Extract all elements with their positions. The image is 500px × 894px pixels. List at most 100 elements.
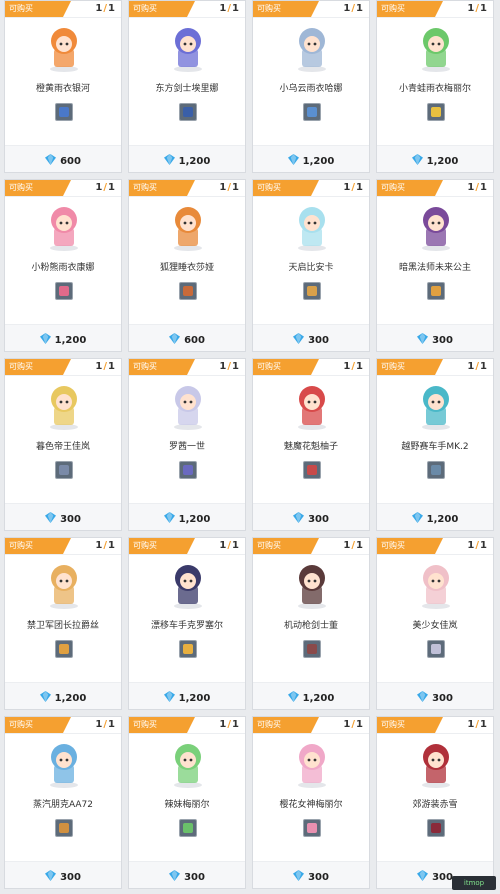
diamond-icon xyxy=(163,154,175,165)
character-name: 美少女佳岚 xyxy=(412,621,458,631)
character-name: 蒸汽朋克AA72 xyxy=(32,800,94,810)
character-avatar-icon xyxy=(422,565,450,609)
count-separator: / xyxy=(103,361,108,372)
item-card[interactable]: 可购买 1/1 天启比安卡 300 xyxy=(252,179,370,352)
card-header: 可购买 1/1 xyxy=(377,180,493,197)
owned-count: 1/1 xyxy=(467,540,487,551)
count-current: 1 xyxy=(95,361,103,372)
count-separator: / xyxy=(475,182,480,193)
character-avatar-icon xyxy=(298,744,326,788)
card-header: 可购买 1/1 xyxy=(377,359,493,376)
item-price: 1,200 xyxy=(426,156,459,167)
card-header: 可购买 1/1 xyxy=(377,538,493,555)
card-header: 可购买 1/1 xyxy=(129,359,245,376)
character-name: 橙黄雨衣银河 xyxy=(35,84,90,94)
character-name: 漂移车手克罗塞尔 xyxy=(150,621,223,631)
owned-count: 1/1 xyxy=(95,3,115,14)
price-row: 1,200 xyxy=(377,503,493,530)
character-avatar-icon xyxy=(174,207,202,251)
diamond-icon xyxy=(293,333,305,344)
card-header: 可购买 1/1 xyxy=(5,180,121,197)
character-name: 小乌云雨衣哈娜 xyxy=(279,84,343,94)
count-separator: / xyxy=(351,182,356,193)
character-name: 魅魔花魁柚子 xyxy=(283,442,338,452)
count-separator: / xyxy=(227,361,232,372)
count-current: 1 xyxy=(219,719,227,730)
character-portrait-icon xyxy=(179,461,197,479)
item-card[interactable]: 可购买 1/1 蒸汽朋克AA72 300 xyxy=(4,716,122,889)
card-header: 可购买 1/1 xyxy=(129,180,245,197)
count-current: 1 xyxy=(219,182,227,193)
card-header: 可购买 1/1 xyxy=(5,1,121,18)
diamond-icon xyxy=(169,870,181,881)
diamond-icon xyxy=(417,333,429,344)
item-card[interactable]: 可购买 1/1 禁卫军团长拉爵丝 1,200 xyxy=(4,537,122,710)
character-name: 小青蛙雨衣梅丽尔 xyxy=(398,84,471,94)
price-row: 1,200 xyxy=(377,145,493,172)
purchasable-tag: 可购买 xyxy=(129,538,195,554)
owned-count: 1/1 xyxy=(467,182,487,193)
count-total: 1 xyxy=(232,182,239,193)
character-portrait-icon xyxy=(179,819,197,837)
item-card[interactable]: 可购买 1/1 小乌云雨衣哈娜 1,200 xyxy=(252,0,370,173)
item-card[interactable]: 可购买 1/1 罗茜一世 1,200 xyxy=(128,358,246,531)
item-card[interactable]: 可购买 1/1 暮色帝王佳岚 300 xyxy=(4,358,122,531)
character-portrait-icon xyxy=(303,461,321,479)
item-price: 1,200 xyxy=(178,514,211,525)
character-name: 禁卫军团长拉爵丝 xyxy=(26,621,99,631)
item-price: 300 xyxy=(60,514,81,525)
character-avatar-icon xyxy=(422,207,450,251)
price-row: 300 xyxy=(253,861,369,888)
site-watermark: itmop xyxy=(452,876,496,890)
item-price: 1,200 xyxy=(54,693,87,704)
card-header: 可购买 1/1 xyxy=(129,538,245,555)
item-price: 1,200 xyxy=(302,693,335,704)
item-card[interactable]: 可购买 1/1 机动枪剑士董 1,200 xyxy=(252,537,370,710)
count-total: 1 xyxy=(480,182,487,193)
character-avatar-icon xyxy=(174,386,202,430)
item-card[interactable]: 可购买 1/1 东方剑士埃里娜 1,200 xyxy=(128,0,246,173)
item-card[interactable]: 可购买 1/1 暗黑法师未来公主 300 xyxy=(376,179,494,352)
item-card[interactable]: 可购买 1/1 魅魔花魁柚子 300 xyxy=(252,358,370,531)
item-card[interactable]: 可购买 1/1 辣妹梅丽尔 300 xyxy=(128,716,246,889)
item-card[interactable]: 可购买 1/1 狐狸睡衣莎娅 600 xyxy=(128,179,246,352)
card-header: 可购买 1/1 xyxy=(377,1,493,18)
count-total: 1 xyxy=(356,540,363,551)
character-portrait-icon xyxy=(427,282,445,300)
count-total: 1 xyxy=(108,719,115,730)
owned-count: 1/1 xyxy=(219,361,239,372)
owned-count: 1/1 xyxy=(467,361,487,372)
count-total: 1 xyxy=(480,719,487,730)
item-price: 1,200 xyxy=(178,693,211,704)
item-card[interactable]: 可购买 1/1 越野赛车手MK.2 1,200 xyxy=(376,358,494,531)
character-portrait-icon xyxy=(427,819,445,837)
character-portrait-icon xyxy=(303,282,321,300)
price-row: 600 xyxy=(129,324,245,351)
character-name: 东方剑士埃里娜 xyxy=(155,84,219,94)
item-card[interactable]: 可购买 1/1 美少女佳岚 300 xyxy=(376,537,494,710)
character-portrait-icon xyxy=(303,640,321,658)
price-row: 1,200 xyxy=(253,682,369,709)
diamond-icon xyxy=(163,512,175,523)
count-current: 1 xyxy=(467,361,475,372)
item-price: 300 xyxy=(308,335,329,346)
count-total: 1 xyxy=(480,540,487,551)
item-card[interactable]: 可购买 1/1 小粉熊雨衣康娜 1,200 xyxy=(4,179,122,352)
purchasable-tag: 可购买 xyxy=(129,359,195,375)
character-avatar-icon xyxy=(174,28,202,72)
item-card[interactable]: 可购买 1/1 橙黄雨衣银河 600 xyxy=(4,0,122,173)
item-card[interactable]: 可购买 1/1 郊游装赤雪 300 xyxy=(376,716,494,889)
purchasable-tag: 可购买 xyxy=(253,538,319,554)
count-total: 1 xyxy=(356,719,363,730)
item-card[interactable]: 可购买 1/1 樱花女神梅丽尔 300 xyxy=(252,716,370,889)
price-row: 1,200 xyxy=(129,145,245,172)
item-card[interactable]: 可购买 1/1 小青蛙雨衣梅丽尔 1,200 xyxy=(376,0,494,173)
owned-count: 1/1 xyxy=(219,719,239,730)
item-card[interactable]: 可购买 1/1 漂移车手克罗塞尔 1,200 xyxy=(128,537,246,710)
count-separator: / xyxy=(227,719,232,730)
character-name: 小粉熊雨衣康娜 xyxy=(31,263,95,273)
item-price: 300 xyxy=(432,872,453,883)
purchasable-tag: 可购买 xyxy=(5,717,71,733)
character-avatar-icon xyxy=(50,207,78,251)
character-portrait-icon xyxy=(179,640,197,658)
